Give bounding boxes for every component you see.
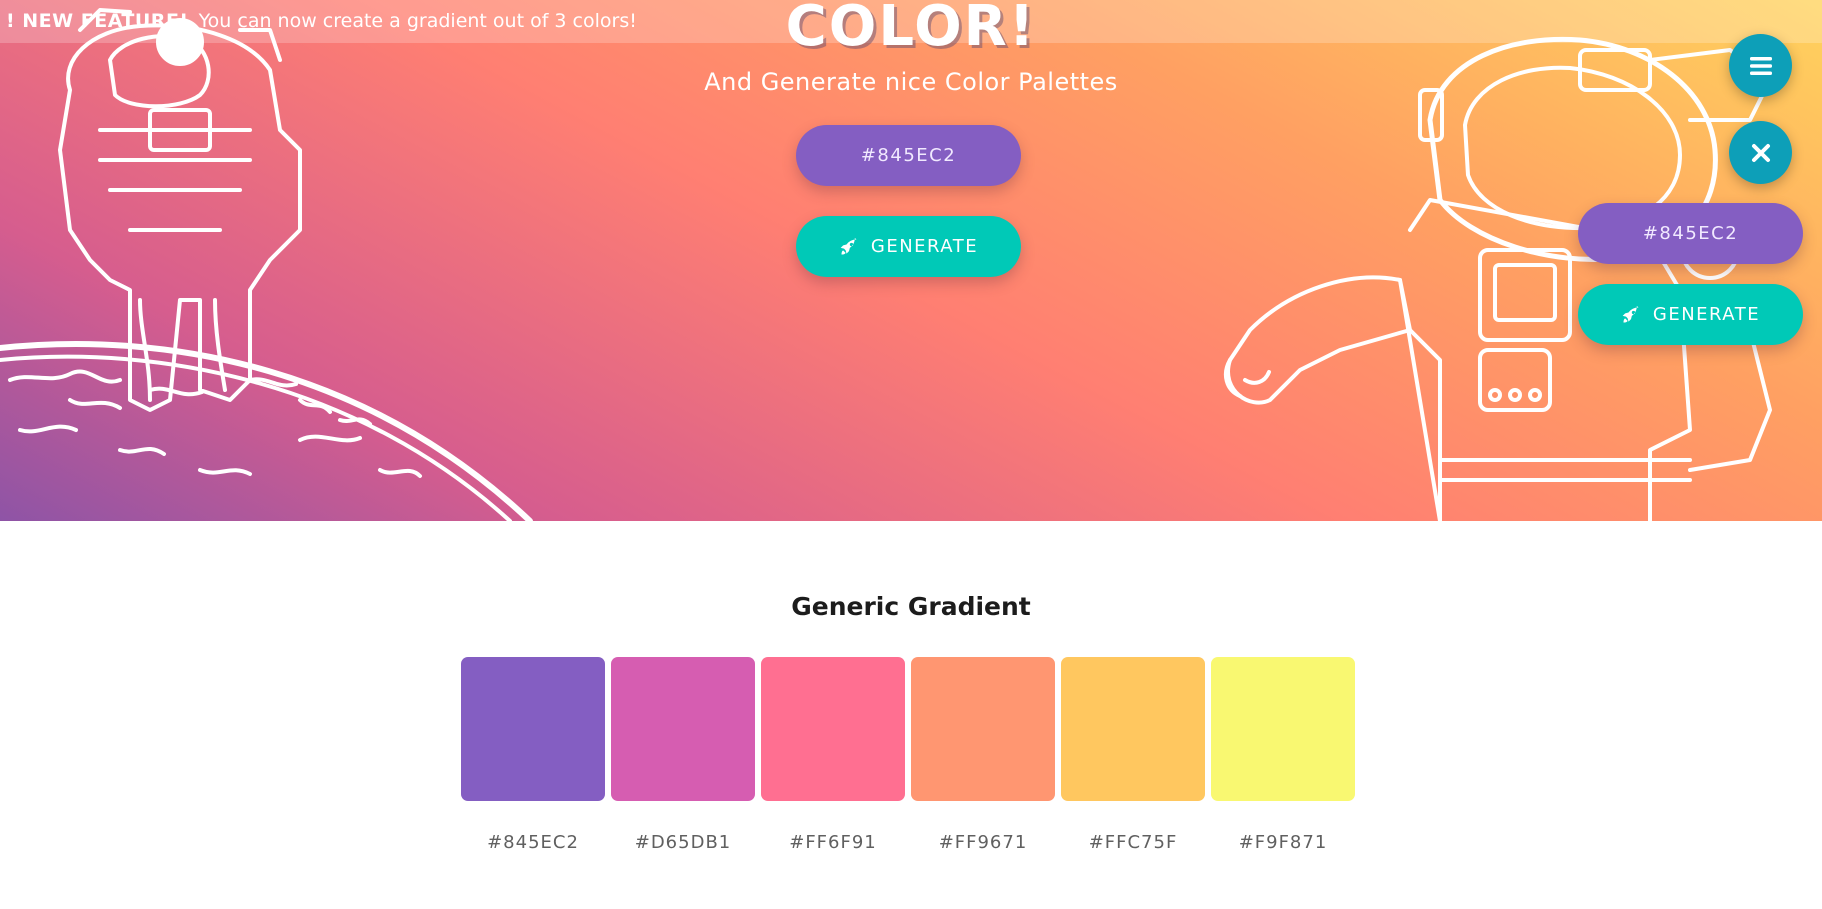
swatch-2[interactable] — [611, 657, 755, 801]
swatch-hex-label: #FFC75F — [1088, 832, 1178, 853]
rocket-icon — [1622, 305, 1639, 322]
swatch-4[interactable] — [911, 657, 1055, 801]
color-picker-button[interactable]: #845EC2 — [796, 125, 1021, 186]
close-icon — [1751, 143, 1770, 162]
swatch-6[interactable] — [1211, 657, 1355, 801]
swatch-hex-label: #FF9671 — [938, 832, 1028, 853]
floating-generate-button[interactable]: GENERATE — [1578, 284, 1803, 345]
astronaut-illustration — [1223, 36, 1772, 521]
swatch-hex-label: #FF6F91 — [789, 832, 877, 853]
swatch-hex-label: #D65DB1 — [634, 832, 732, 853]
page: ! NEW FEATURE! You can now create a gradi… — [0, 0, 1822, 909]
hero-banner: ! NEW FEATURE! You can now create a gradi… — [0, 0, 1822, 521]
floating-color-picker-button[interactable]: #845EC2 — [1578, 203, 1803, 264]
rocket-icon — [840, 237, 857, 254]
hero-title: COLOR! — [785, 0, 1037, 59]
swatch-3[interactable] — [761, 657, 905, 801]
color-picker-label: #845EC2 — [860, 145, 957, 166]
swatch-1[interactable] — [461, 657, 605, 801]
palette-title: Generic Gradient — [791, 592, 1031, 621]
swatch-hex-label: #845EC2 — [487, 832, 579, 853]
close-fab-button[interactable] — [1729, 121, 1792, 184]
floating-color-picker-label: #845EC2 — [1642, 223, 1739, 244]
hamburger-icon — [1749, 56, 1772, 75]
floating-generate-label: GENERATE — [1652, 304, 1761, 325]
swatch-hex-label: #F9F871 — [1238, 832, 1328, 853]
generate-label: GENERATE — [870, 236, 979, 257]
generate-button[interactable]: GENERATE — [796, 216, 1021, 277]
hero-subtitle: And Generate nice Color Palettes — [704, 68, 1118, 96]
menu-fab-button[interactable] — [1729, 34, 1792, 97]
swatch-5[interactable] — [1061, 657, 1205, 801]
